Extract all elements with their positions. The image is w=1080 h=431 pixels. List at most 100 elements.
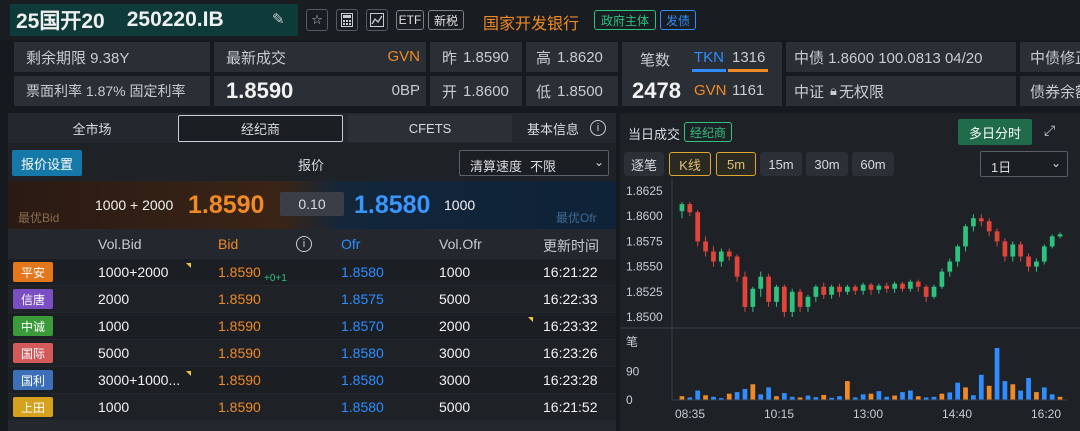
info-circle-icon[interactable]: i bbox=[296, 236, 312, 252]
volume-bar bbox=[1018, 390, 1024, 400]
high-label: 高 bbox=[536, 49, 552, 67]
candle-body bbox=[868, 284, 874, 290]
row-ofr: 1.8580 bbox=[341, 345, 384, 361]
issuer-link[interactable]: 国家开发银行 bbox=[483, 10, 579, 34]
tab-cfets[interactable]: CFETS bbox=[348, 115, 512, 142]
candle-body bbox=[845, 286, 850, 292]
table-row[interactable]: 上田 1000 1.8590 1.8580 5000 16:21:52 bbox=[8, 394, 616, 420]
candle-body bbox=[1034, 261, 1039, 267]
broker-badge: 国利 bbox=[13, 370, 53, 390]
volume-bar bbox=[1002, 381, 1008, 400]
volume-bar bbox=[908, 390, 913, 400]
best-bid-price: 1.8590 bbox=[188, 191, 265, 219]
tab-broker[interactable]: 经纪商 bbox=[178, 115, 343, 142]
header-bar: 25国开20 250220.IB ✎ ☆ ETF 新税 国家开发银行 政府主体 … bbox=[0, 0, 1080, 40]
edit-pencil-icon[interactable]: ✎ bbox=[272, 10, 285, 28]
row-bid: 1.8590 bbox=[218, 264, 261, 280]
volume-bar bbox=[915, 396, 921, 400]
candle-body bbox=[939, 271, 945, 287]
volume-bar bbox=[758, 394, 764, 400]
tf-15m-button[interactable]: 15m bbox=[760, 152, 802, 176]
row-vol-ofr: 3000 bbox=[439, 345, 471, 361]
candle-body bbox=[1057, 234, 1063, 237]
candle-body bbox=[852, 286, 858, 291]
candle-body bbox=[750, 288, 756, 307]
row-vol-ofr: 3000 bbox=[439, 372, 471, 388]
candle-body bbox=[726, 251, 732, 257]
tf-30m-button[interactable]: 30m bbox=[806, 152, 848, 176]
tkn-share-bar bbox=[692, 69, 726, 72]
info-circle-icon[interactable]: i bbox=[590, 120, 606, 136]
coupon-info: 票面利率 1.87% 固定利率 bbox=[26, 83, 186, 99]
volume-bar bbox=[986, 385, 992, 400]
row-bid: 1.8590 bbox=[218, 399, 261, 415]
volume-bar bbox=[971, 395, 976, 400]
favorite-star-icon[interactable]: ☆ bbox=[306, 9, 328, 31]
volume-bar bbox=[703, 395, 708, 400]
chart-broker-tag: 经纪商 bbox=[684, 122, 732, 142]
row-bid-extra: +0+1 bbox=[264, 273, 287, 284]
volume-bar bbox=[679, 396, 685, 400]
broker-badge: 平安 bbox=[13, 262, 53, 282]
table-row[interactable]: 国际 5000 1.8590 1.8580 3000 16:23:26 bbox=[8, 340, 616, 366]
volume-bar bbox=[947, 392, 953, 400]
candle-body bbox=[781, 286, 787, 312]
csi-value: 无权限 bbox=[838, 83, 884, 101]
calculator-icon[interactable] bbox=[336, 9, 358, 31]
candle-body bbox=[837, 286, 842, 292]
candle-body bbox=[742, 276, 748, 307]
low-cell: 低 1.8500 bbox=[526, 76, 618, 106]
volume-bar bbox=[695, 390, 701, 400]
broker-badge: 中诚 bbox=[13, 316, 53, 336]
candle-body bbox=[1041, 246, 1047, 262]
tab-basic-info[interactable]: 基本信息 bbox=[518, 115, 588, 142]
cbond-cell: 中债 1.8600 100.0813 04/20 bbox=[786, 42, 1016, 72]
col-update-time: 更新时间 bbox=[543, 238, 599, 254]
quote-settings-button[interactable]: 报价设置 bbox=[12, 150, 82, 176]
open-cell: 开 1.8600 bbox=[430, 76, 522, 106]
row-vol-bid: 2000 bbox=[98, 291, 130, 307]
etf-tag: ETF bbox=[396, 10, 424, 30]
trend-chart-icon[interactable] bbox=[366, 9, 388, 31]
table-row[interactable]: 国利 3000+1000... 1.8590 1.8580 3000 16:23:28 bbox=[8, 367, 616, 393]
y-tick-label: 1.8625 bbox=[626, 184, 663, 198]
kline-button[interactable]: K线 bbox=[669, 152, 711, 176]
candle-body bbox=[986, 221, 992, 232]
col-bid: Bid bbox=[218, 236, 239, 252]
latest-trade-cell: 最新成交 GVN bbox=[214, 42, 426, 72]
trade-count-cell: 笔数 TKN 1316 2478 GVN 1161 bbox=[622, 42, 782, 106]
candle-body bbox=[1026, 256, 1031, 267]
period-value: 1日 bbox=[991, 160, 1012, 175]
candle-body bbox=[718, 251, 724, 262]
volume-label: 笔 bbox=[626, 334, 638, 349]
y-tick-label: 1.8500 bbox=[626, 310, 663, 324]
bond-title-box: 25国开20 250220.IB ✎ bbox=[10, 4, 298, 36]
table-row[interactable]: 信唐 2000 1.8590 1.8575 5000 16:22:33 bbox=[8, 286, 616, 312]
table-row[interactable]: 平安 1000+2000 1.8590 +0+1 1.8580 1000 16:21:22 bbox=[8, 259, 616, 285]
volume-bar bbox=[1041, 387, 1047, 400]
bond-name: 25国开20 bbox=[16, 10, 105, 33]
tick-button[interactable]: 逐笔 bbox=[624, 152, 664, 176]
period-select[interactable]: 1日 ⌄ bbox=[980, 151, 1068, 177]
cbond-quote: 中债 1.8600 100.0813 04/20 bbox=[794, 49, 983, 67]
volume-bar bbox=[837, 396, 842, 400]
tab-all-market[interactable]: 全市场 bbox=[8, 115, 176, 142]
volume-bar bbox=[1026, 377, 1031, 400]
tf-60m-button[interactable]: 60m bbox=[852, 152, 894, 176]
row-vol-bid: 1000 bbox=[98, 399, 130, 415]
row-update-time: 16:21:52 bbox=[543, 399, 598, 415]
expand-icon[interactable]: ⤢ bbox=[1044, 122, 1055, 139]
row-bid: 1.8590 bbox=[218, 345, 261, 361]
y-tick-label: 1.8600 bbox=[626, 209, 663, 223]
table-row[interactable]: 中诚 1000 1.8590 1.8570 2000 16:23:32 bbox=[8, 313, 616, 339]
candle-body bbox=[703, 241, 708, 252]
y-tick-label: 1.8575 bbox=[626, 234, 663, 248]
chevron-down-icon: ⌄ bbox=[594, 155, 605, 169]
tf-5m-button[interactable]: 5m bbox=[716, 152, 756, 176]
volume-tick-label: 0 bbox=[626, 393, 633, 407]
cbond-fix-cell: 中债修正 bbox=[1020, 42, 1080, 72]
volume-bar bbox=[781, 393, 787, 400]
kline-chart[interactable]: 1.8625 1.8600 1.8575 1.8550 1.8525 1.8500 笔 90 0… bbox=[620, 180, 1080, 431]
clear-speed-select[interactable]: 清算速度 不限 ⌄ bbox=[459, 150, 609, 176]
multi-day-button[interactable]: 多日分时 bbox=[958, 119, 1032, 145]
